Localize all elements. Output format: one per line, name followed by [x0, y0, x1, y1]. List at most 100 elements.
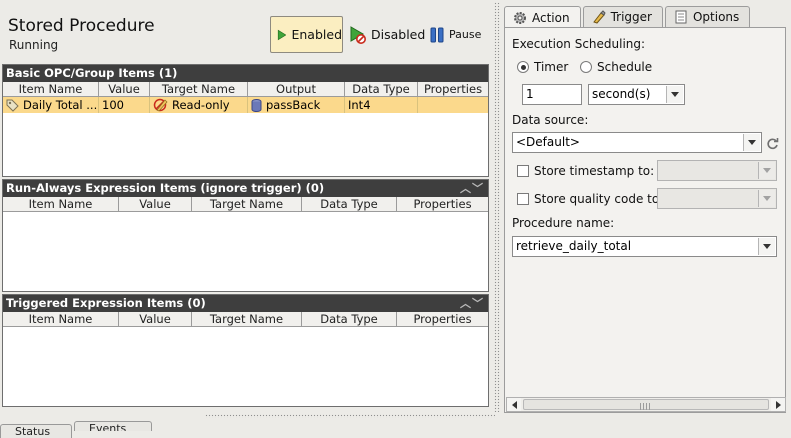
- scroll-thumb[interactable]: [523, 399, 769, 410]
- column-header[interactable]: Target Name: [192, 197, 302, 211]
- runalways-items-columns: Item Name Value Target Name Data Type Pr…: [3, 197, 488, 212]
- tab-trigger-label: Trigger: [610, 10, 652, 24]
- store-quality-box[interactable]: [517, 193, 529, 205]
- tab-options-label: Options: [692, 10, 740, 24]
- column-header[interactable]: Properties: [418, 82, 488, 96]
- column-header[interactable]: Item Name: [3, 312, 119, 326]
- interval-unit-value: second(s): [592, 87, 651, 101]
- tab-action-label: Action: [532, 10, 570, 25]
- horizontal-scrollbar[interactable]: [506, 397, 786, 412]
- tab-action[interactable]: Action: [504, 6, 581, 28]
- column-header[interactable]: Data Type: [345, 82, 418, 96]
- target-name-cell: Read-only: [172, 98, 230, 112]
- column-header[interactable]: Value: [99, 82, 150, 96]
- column-header[interactable]: Output: [248, 82, 345, 96]
- value-cell: 100: [102, 98, 124, 112]
- status-text: Running: [9, 38, 59, 52]
- basic-items-panel: Basic OPC/Group Items (1) Item Name Valu…: [2, 64, 489, 177]
- store-timestamp-label: Store timestamp to:: [534, 164, 655, 178]
- runalways-items-panel: Run-Always Expression Items (ignore trig…: [2, 179, 489, 292]
- column-header[interactable]: Data Type: [302, 197, 397, 211]
- data-type-cell: Int4: [348, 98, 371, 112]
- triggered-items-header: Triggered Expression Items (0) ︿﹀: [3, 295, 488, 312]
- basic-items-title: Basic OPC/Group Items (1): [6, 66, 178, 80]
- store-quality-checkbox[interactable]: Store quality code to:: [517, 192, 663, 206]
- tab-status[interactable]: Status: [0, 424, 72, 438]
- disabled-icon: [350, 25, 366, 44]
- column-header[interactable]: Target Name: [192, 312, 302, 326]
- collapse-arrows-icon[interactable]: ︿﹀: [460, 295, 484, 312]
- column-header[interactable]: Item Name: [3, 82, 99, 96]
- readonly-icon: [153, 98, 168, 112]
- column-header[interactable]: Value: [119, 312, 192, 326]
- refresh-icon[interactable]: [766, 137, 779, 150]
- vertical-splitter[interactable]: [494, 2, 500, 412]
- enabled-label: Enabled: [291, 27, 342, 42]
- datasource-value: <Default>: [516, 135, 580, 149]
- collapse-arrows-icon[interactable]: ︿﹀: [460, 180, 484, 197]
- play-icon: [277, 29, 287, 40]
- scroll-track[interactable]: [521, 398, 771, 411]
- tag-icon: [6, 99, 19, 112]
- store-quality-label: Store quality code to:: [534, 192, 664, 206]
- chevron-down-icon[interactable]: [758, 238, 775, 255]
- pause-label: Pause: [449, 28, 482, 41]
- table-row[interactable]: Daily Total ... 100 Read-only passBack I…: [3, 97, 488, 113]
- column-header[interactable]: Target Name: [150, 82, 248, 96]
- column-header[interactable]: Properties: [397, 197, 488, 211]
- trigger-icon: [592, 10, 606, 24]
- page-title: Stored Procedure: [8, 16, 155, 36]
- triggered-items-columns: Item Name Value Target Name Data Type Pr…: [3, 312, 488, 327]
- column-header[interactable]: Data Type: [302, 312, 397, 326]
- timer-radio-dot[interactable]: [517, 61, 529, 73]
- disabled-button[interactable]: Disabled: [350, 16, 425, 53]
- scroll-right-icon[interactable]: [771, 398, 785, 411]
- disabled-label: Disabled: [371, 27, 426, 42]
- procedure-value: retrieve_daily_total: [516, 239, 632, 253]
- scroll-left-icon[interactable]: [507, 398, 521, 411]
- chevron-down-icon[interactable]: [666, 86, 683, 103]
- item-name-cell: Daily Total ...: [23, 98, 98, 112]
- enabled-button[interactable]: Enabled: [270, 16, 343, 53]
- basic-items-columns: Item Name Value Target Name Output Data …: [3, 82, 488, 97]
- scheduling-label: Execution Scheduling:: [512, 37, 646, 51]
- action-panel: Execution Scheduling: Timer Schedule 1 s…: [504, 27, 786, 413]
- column-header[interactable]: Value: [119, 197, 192, 211]
- gear-icon: [514, 11, 526, 24]
- triggered-items-panel: Triggered Expression Items (0) ︿﹀ Item N…: [2, 294, 489, 407]
- triggered-items-title: Triggered Expression Items (0): [6, 296, 206, 310]
- tab-trigger[interactable]: Trigger: [582, 6, 663, 27]
- store-timestamp-checkbox[interactable]: Store timestamp to:: [517, 164, 654, 178]
- chevron-down-icon: [758, 162, 775, 179]
- chevron-down-icon: [758, 190, 775, 207]
- pause-button[interactable]: Pause: [430, 16, 481, 53]
- tab-events[interactable]: Events: [74, 421, 152, 431]
- settings-tabs: Action Trigger Options: [504, 6, 752, 28]
- schedule-radio-dot[interactable]: [580, 61, 592, 73]
- schedule-label: Schedule: [597, 60, 653, 74]
- output-cell: passBack: [266, 98, 321, 112]
- datasource-select[interactable]: <Default>: [512, 132, 762, 153]
- quality-column-select: [657, 188, 777, 209]
- options-icon: [675, 10, 687, 24]
- database-icon: [251, 98, 262, 112]
- column-header[interactable]: Item Name: [3, 197, 119, 211]
- schedule-radio[interactable]: Schedule: [580, 60, 652, 74]
- column-header[interactable]: Properties: [397, 312, 488, 326]
- runalways-items-header: Run-Always Expression Items (ignore trig…: [3, 180, 488, 197]
- timer-label: Timer: [534, 60, 569, 74]
- timer-radio[interactable]: Timer: [517, 60, 568, 74]
- runalways-items-title: Run-Always Expression Items (ignore trig…: [6, 181, 325, 195]
- timestamp-column-select: [657, 160, 777, 181]
- store-timestamp-box[interactable]: [517, 165, 529, 177]
- basic-items-header: Basic OPC/Group Items (1): [3, 65, 488, 82]
- procedure-label: Procedure name:: [512, 216, 615, 230]
- horizontal-splitter[interactable]: [205, 414, 495, 418]
- tab-options[interactable]: Options: [664, 6, 751, 27]
- interval-unit-select[interactable]: second(s): [588, 84, 685, 105]
- interval-input[interactable]: 1: [522, 84, 582, 105]
- chevron-down-icon[interactable]: [743, 134, 760, 151]
- datasource-label: Data source:: [512, 113, 589, 127]
- procedure-select[interactable]: retrieve_daily_total: [512, 236, 777, 257]
- pause-icon: [430, 27, 444, 42]
